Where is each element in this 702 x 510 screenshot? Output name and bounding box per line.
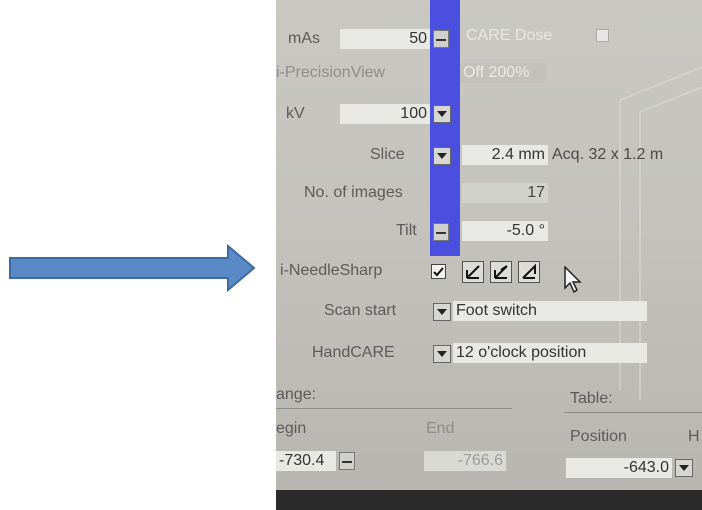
- needlesharp-checkbox[interactable]: [431, 264, 446, 279]
- needle-angle-icon: [494, 265, 508, 279]
- needle-angle-icon: [522, 263, 536, 279]
- range-end-field: -766.6: [424, 451, 506, 471]
- bottom-bar: [276, 490, 702, 510]
- precision-view-value: Off 200%: [460, 63, 546, 83]
- table-divider: [564, 412, 702, 413]
- needle-mode-button-3[interactable]: [518, 261, 540, 283]
- acquisition-text: Acq. 32 x 1.2 m: [552, 146, 664, 163]
- kv-field[interactable]: 100: [340, 104, 430, 124]
- slice-field[interactable]: 2.4 mm: [462, 145, 548, 165]
- needle-mode-button-2[interactable]: [490, 261, 512, 283]
- care-dose-label: CARE Dose: [466, 27, 553, 44]
- slice-label: Slice: [370, 146, 405, 163]
- handcare-dropdown[interactable]: [433, 345, 451, 363]
- kv-dropdown[interactable]: [433, 105, 451, 123]
- mas-spinner[interactable]: [433, 30, 449, 48]
- checkmark-icon: [433, 267, 444, 277]
- needlesharp-label: i-NeedleSharp: [280, 262, 383, 279]
- slice-dropdown[interactable]: [433, 147, 451, 165]
- mas-label: mAs: [288, 30, 320, 47]
- range-begin-label: egin: [276, 420, 307, 437]
- tilt-spinner[interactable]: [433, 223, 449, 241]
- table-extra-label: H: [688, 428, 700, 445]
- care-dose-checkbox[interactable]: [596, 29, 609, 42]
- range-label: ange:: [276, 386, 317, 403]
- ct-scan-parameters-screen: mAs 50 CARE Dose i-PrecisionView Off 200…: [276, 0, 702, 510]
- range-begin-spinner[interactable]: [339, 452, 355, 470]
- handcare-field[interactable]: 12 o'clock position: [453, 343, 647, 363]
- mas-field[interactable]: 50: [340, 29, 430, 49]
- scan-start-field[interactable]: Foot switch: [453, 301, 647, 321]
- images-label: No. of images: [304, 184, 403, 201]
- range-end-label: End: [426, 420, 455, 437]
- arrow-right-icon: [9, 244, 256, 292]
- images-value: 17: [462, 183, 548, 203]
- handcare-label: HandCARE: [312, 344, 395, 361]
- scan-start-dropdown[interactable]: [433, 303, 451, 321]
- background-3d-box: [619, 66, 702, 400]
- table-position-field[interactable]: -643.0: [566, 458, 672, 478]
- precision-view-label: i-PrecisionView: [276, 64, 386, 81]
- table-position-label: Position: [570, 428, 627, 445]
- scan-start-label: Scan start: [324, 302, 397, 319]
- kv-label: kV: [286, 105, 305, 122]
- range-divider: [276, 408, 512, 409]
- table-label: Table:: [570, 390, 613, 407]
- range-begin-field[interactable]: -730.4: [276, 451, 336, 471]
- tilt-label: Tilt: [396, 222, 417, 239]
- tilt-field[interactable]: -5.0 °: [462, 221, 548, 241]
- needle-angle-icon: [466, 265, 480, 279]
- needle-mode-button-1[interactable]: [462, 261, 484, 283]
- mouse-cursor-icon: [564, 266, 582, 294]
- table-position-dropdown[interactable]: [675, 459, 693, 477]
